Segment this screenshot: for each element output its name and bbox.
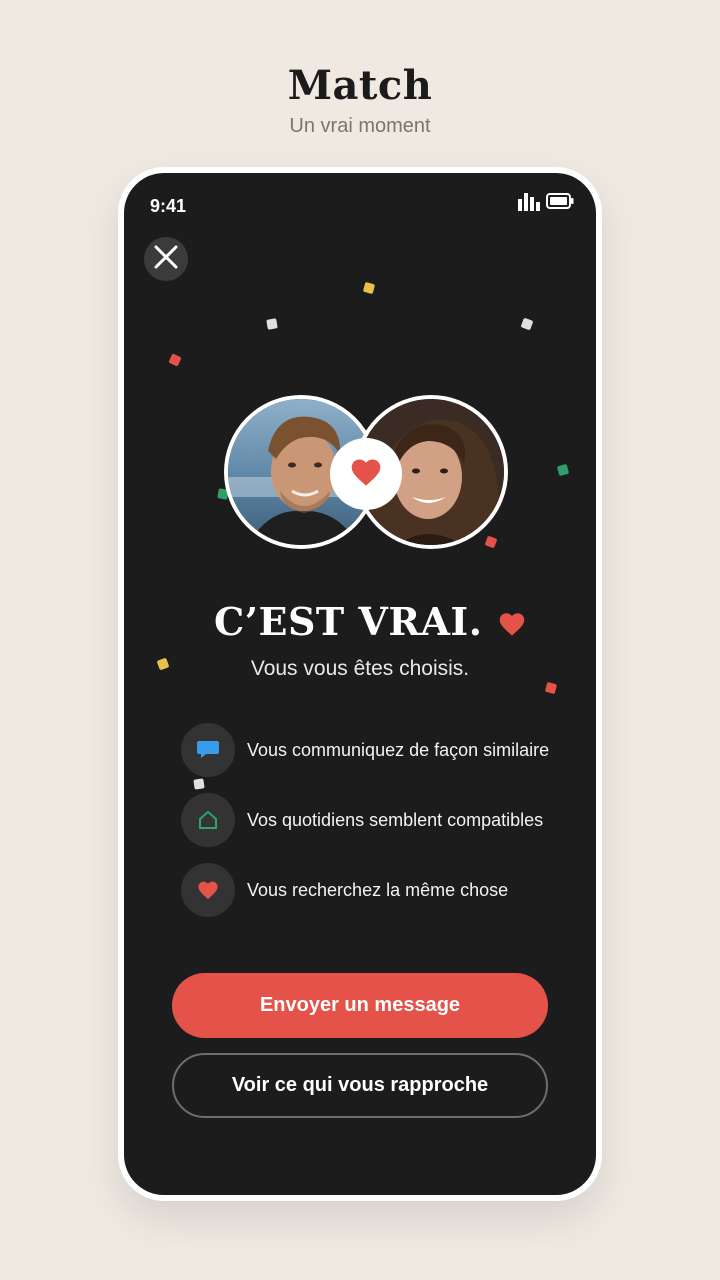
header-subtitle: Un vrai moment — [289, 115, 431, 137]
battery-icon — [546, 193, 574, 216]
signal-icon — [518, 193, 540, 216]
match-subtitle: Vous vous êtes choisis. — [250, 657, 470, 680]
confetti — [362, 281, 376, 295]
confetti — [556, 463, 570, 477]
status-icons — [518, 193, 574, 216]
confetti — [544, 681, 558, 695]
see-compatibility-button[interactable]: Voir ce qui vous rapproche — [172, 1053, 548, 1118]
phone-frame: 9:41 C’EST VRAI. Vous vous êtes choisis.… — [118, 167, 602, 1201]
match-heart-badge — [330, 438, 402, 510]
confetti — [266, 318, 278, 330]
heart-icon — [181, 863, 235, 917]
send-message-button[interactable]: Envoyer un message — [172, 973, 548, 1038]
heart-icon — [498, 611, 526, 642]
confetti — [168, 353, 182, 367]
heart-icon — [349, 457, 383, 492]
close-button[interactable] — [144, 237, 188, 281]
chat-bubble-icon — [181, 723, 235, 777]
reason-text: Vous communiquez de façon similaire — [247, 739, 550, 760]
reason-item: Vos quotidiens semblent compatibles — [181, 793, 596, 847]
header-title: Match — [287, 62, 433, 109]
home-icon — [181, 793, 235, 847]
status-time: 9:41 — [150, 196, 187, 216]
reason-text: Vos quotidiens semblent compatibles — [247, 809, 544, 830]
reason-text: Vous recherchez la même chose — [247, 879, 509, 900]
match-screen: 9:41 C’EST VRAI. Vous vous êtes choisis.… — [124, 173, 596, 1195]
confetti — [520, 317, 534, 331]
confetti — [484, 535, 498, 549]
confetti — [193, 778, 205, 790]
match-title: C’EST VRAI. — [214, 599, 483, 644]
reason-item: Vous recherchez la même chose — [181, 863, 596, 917]
close-icon — [152, 243, 180, 276]
reason-item: Vous communiquez de façon similaire — [181, 723, 596, 777]
